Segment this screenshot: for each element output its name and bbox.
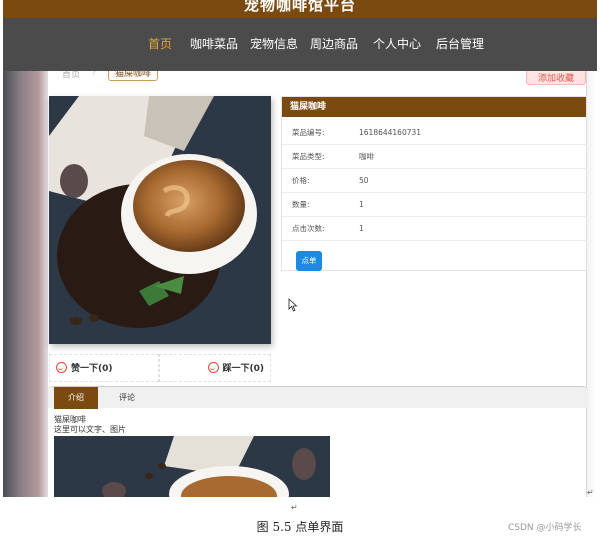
field-value: 1618644160731 (359, 128, 422, 137)
info-row-clicks: 点击次数: 1 (282, 217, 588, 241)
detail-tabs: 介绍 评论 (48, 386, 588, 409)
info-row-id: 菜品编号: 1618644160731 (282, 121, 588, 145)
nav-coffee-menu[interactable]: 咖啡菜品 (190, 18, 238, 71)
smile-icon (207, 362, 219, 373)
breadcrumb-home[interactable]: 首页 (62, 71, 80, 80)
product-image (49, 96, 271, 344)
intro-text-body: 这里可以文字、图片 (54, 425, 126, 434)
tab-comments[interactable]: 评论 (112, 387, 142, 409)
field-value: 1 (359, 224, 364, 233)
nav-admin[interactable]: 后台管理 (436, 18, 484, 71)
info-row-quantity: 数量: 1 (282, 193, 588, 217)
breadcrumb-separator: / (93, 71, 97, 77)
field-value: 1 (359, 200, 364, 209)
nav-pet-info[interactable]: 宠物信息 (250, 18, 298, 71)
nav-user-center[interactable]: 个人中心 (373, 18, 421, 71)
field-label: 价格: (292, 176, 310, 185)
coffee-photo-2 (54, 436, 330, 497)
nav-merch[interactable]: 周边商品 (310, 18, 358, 71)
field-value: 50 (359, 176, 369, 185)
field-label: 菜品编号: (292, 128, 325, 137)
main-content: 首页 / 猫屎咖啡 添加收藏 赞一下(0) 踩一下(0) 猫屎咖啡 菜品编号: … (47, 71, 588, 497)
screenshot: 宠物咖啡馆平台 首页 咖啡菜品 宠物信息 周边商品 个人中心 后台管理 首页 /… (3, 0, 597, 497)
coffee-photo (49, 96, 271, 344)
tab-intro[interactable]: 介绍 (54, 387, 98, 409)
dislike-label: 踩一下(0) (222, 364, 265, 374)
info-row-type: 菜品类型: 咖啡 (282, 145, 588, 169)
watermark: CSDN @小码学长 (508, 523, 582, 533)
nav-home[interactable]: 首页 (148, 18, 172, 71)
like-button[interactable]: 赞一下(0) (49, 354, 159, 382)
field-label: 菜品类型: (292, 152, 325, 161)
field-label: 数量: (292, 200, 310, 209)
order-button[interactable]: 点单 (296, 251, 322, 271)
like-label: 赞一下(0) (71, 364, 113, 374)
paragraph-mark: ↵ (587, 488, 594, 497)
mouse-cursor-icon (288, 298, 298, 312)
product-info-panel: 猫屎咖啡 菜品编号: 1618644160731 菜品类型: 咖啡 价格: 50… (281, 96, 588, 271)
dislike-button[interactable]: 踩一下(0) (159, 354, 271, 382)
info-row-price: 价格: 50 (282, 169, 588, 193)
intro-image (54, 436, 330, 497)
site-title: 宠物咖啡馆平台 (243, 0, 356, 14)
breadcrumb: 首页 / 猫屎咖啡 添加收藏 (48, 71, 588, 88)
field-value: 咖啡 (359, 152, 374, 161)
top-bar: 宠物咖啡馆平台 (3, 0, 597, 18)
add-favorite-button[interactable]: 添加收藏 (526, 71, 586, 85)
main-nav: 首页 咖啡菜品 宠物信息 周边商品 个人中心 后台管理 (3, 18, 597, 71)
breadcrumb-current: 猫屎咖啡 (108, 71, 159, 81)
smile-icon (56, 362, 67, 373)
product-title: 猫屎咖啡 (282, 97, 586, 117)
field-label: 点击次数: (292, 224, 325, 233)
paragraph-mark: ↵ (291, 503, 298, 512)
